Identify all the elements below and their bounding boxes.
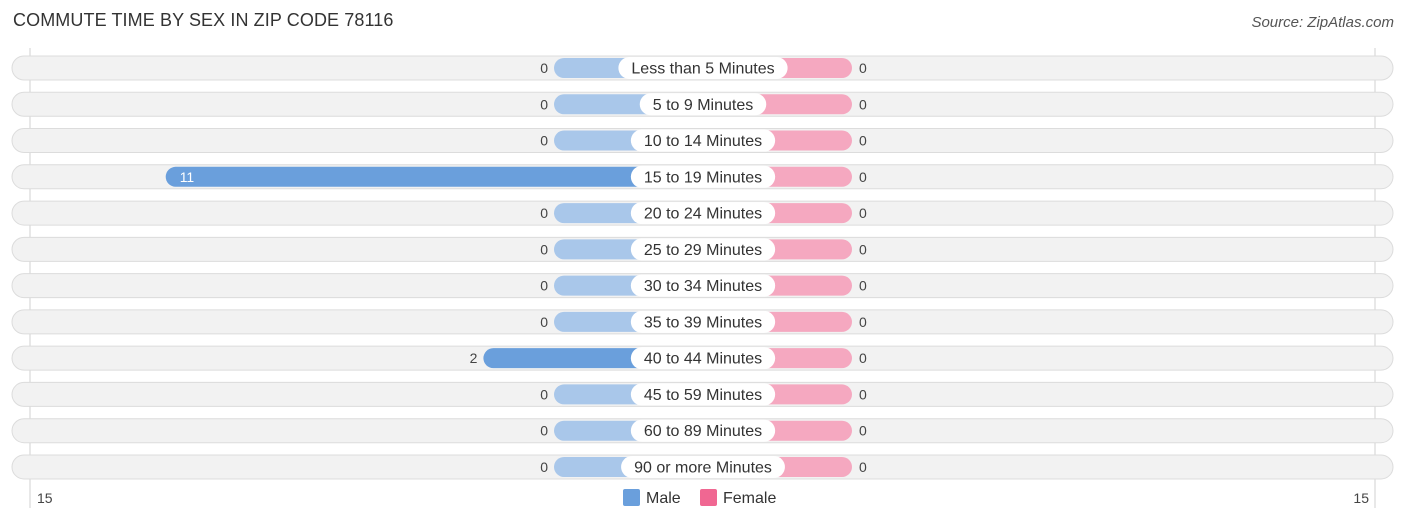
category-label: 5 to 9 Minutes <box>653 97 754 114</box>
male-value-label: 0 <box>540 423 548 439</box>
female-value-label: 0 <box>859 386 867 402</box>
male-value-label: 0 <box>540 241 548 257</box>
male-value-label: 0 <box>540 278 548 294</box>
axis-tick-right: 15 <box>1353 490 1369 506</box>
category-label: 40 to 44 Minutes <box>644 351 762 368</box>
male-value-label: 2 <box>470 350 478 366</box>
female-value-label: 0 <box>859 60 867 76</box>
female-value-label: 0 <box>859 205 867 221</box>
category-label: 60 to 89 Minutes <box>644 423 762 440</box>
legend-label-female: Female <box>723 490 776 507</box>
male-bar <box>165 166 703 187</box>
category-label: 30 to 34 Minutes <box>644 278 762 295</box>
category-label: 90 or more Minutes <box>634 459 772 476</box>
female-value-label: 0 <box>859 314 867 330</box>
legend-label-male: Male <box>646 490 681 507</box>
female-value-label: 0 <box>859 169 867 185</box>
category-label: 15 to 19 Minutes <box>644 169 762 186</box>
female-value-label: 0 <box>859 423 867 439</box>
female-value-label: 0 <box>859 459 867 475</box>
category-label: 45 to 59 Minutes <box>644 387 762 404</box>
female-value-label: 0 <box>859 241 867 257</box>
male-value-label: 0 <box>540 96 548 112</box>
category-label: 10 to 14 Minutes <box>644 133 762 150</box>
female-value-label: 0 <box>859 350 867 366</box>
legend: Male Female <box>623 489 776 507</box>
male-value-label: 0 <box>540 60 548 76</box>
category-label: 25 to 29 Minutes <box>644 242 762 259</box>
female-value-label: 0 <box>859 278 867 294</box>
male-value-label: 0 <box>540 205 548 221</box>
chart-canvas: Less than 5 Minutes 0 0 5 to 9 Minutes 0 0 10 … <box>11 48 1394 508</box>
category-label: 35 to 39 Minutes <box>644 314 762 331</box>
male-value-label: 0 <box>540 133 548 149</box>
male-value-label: 0 <box>540 459 548 475</box>
legend-swatch-male <box>623 489 640 506</box>
legend-swatch-female <box>700 489 717 506</box>
axis-tick-left: 15 <box>37 490 53 506</box>
female-value-label: 0 <box>859 133 867 149</box>
female-value-label: 0 <box>859 96 867 112</box>
category-label: 20 to 24 Minutes <box>644 206 762 223</box>
male-value-label: 0 <box>540 386 548 402</box>
male-value-label: 11 <box>180 169 195 185</box>
category-label: Less than 5 Minutes <box>631 61 774 78</box>
male-value-label: 0 <box>540 314 548 330</box>
